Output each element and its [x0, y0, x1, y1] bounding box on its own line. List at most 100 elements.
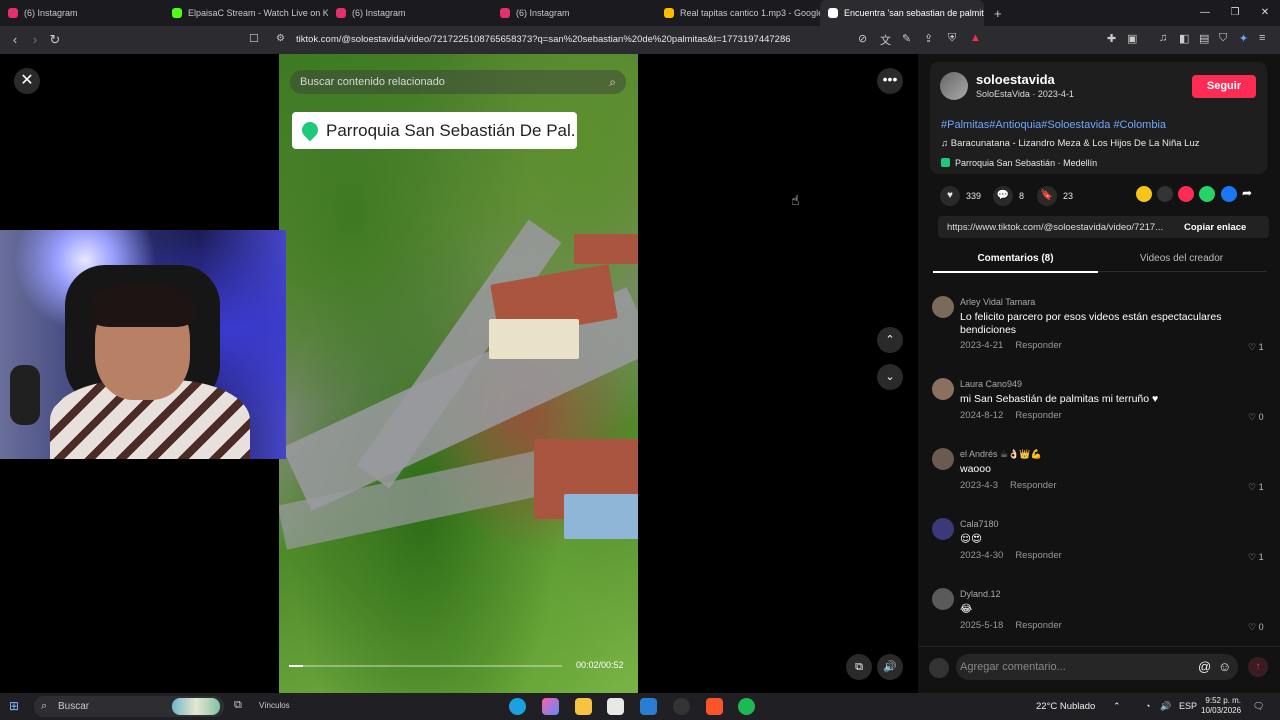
- comment-author[interactable]: Arley Vidal Tamara: [960, 297, 1035, 307]
- language-indicator[interactable]: ESP: [1179, 701, 1197, 711]
- edit-icon[interactable]: ✎: [902, 32, 911, 45]
- obs-icon[interactable]: [673, 698, 690, 715]
- heart-outline-icon[interactable]: ♡: [1248, 412, 1256, 422]
- translate-icon[interactable]: 文: [880, 32, 891, 48]
- mention-icon[interactable]: @: [1198, 654, 1211, 680]
- sidebar-icon[interactable]: ◧: [1179, 32, 1189, 45]
- windows-start-icon[interactable]: ⊞: [9, 699, 19, 713]
- comment-like[interactable]: ♡ 0: [1248, 412, 1264, 423]
- rewards-icon[interactable]: ▲: [970, 32, 981, 44]
- comment-input[interactable]: Agregar comentario... @ ☺: [956, 654, 1238, 680]
- edge-icon[interactable]: [509, 698, 526, 715]
- save-action[interactable]: 🔖 23: [1037, 186, 1073, 206]
- creator-username[interactable]: soloestavida: [976, 72, 1055, 87]
- location-tag[interactable]: Parroquia San Sebastián De Pal...: [292, 112, 577, 149]
- comment-author[interactable]: Dyland.12: [960, 589, 1001, 599]
- send-friends-icon[interactable]: [1178, 186, 1194, 202]
- leo-icon[interactable]: ✦: [1239, 32, 1248, 45]
- forward-button[interactable]: ›: [25, 32, 45, 47]
- comment-author[interactable]: Cala7180: [960, 519, 999, 529]
- heart-outline-icon[interactable]: ♡: [1248, 622, 1256, 632]
- tab-google-drive[interactable]: Real tapitas cantico 1.mp3 - Google Driv…: [656, 0, 820, 26]
- share-emoji-icon[interactable]: [1136, 186, 1152, 202]
- reply-button[interactable]: Responder: [1015, 550, 1061, 561]
- copilot-icon[interactable]: [542, 698, 559, 715]
- avatar[interactable]: [932, 378, 954, 400]
- minimize-button[interactable]: —: [1190, 0, 1220, 26]
- comment-action[interactable]: 💬 8: [993, 186, 1024, 206]
- next-video-button[interactable]: ⌄: [877, 364, 903, 390]
- site-settings-icon[interactable]: ⚙: [276, 33, 285, 44]
- comment-like[interactable]: ♡ 1: [1248, 342, 1264, 353]
- heart-outline-icon[interactable]: ♡: [1248, 342, 1256, 352]
- tab-instagram-2[interactable]: (6) Instagram: [328, 0, 492, 26]
- heart-outline-icon[interactable]: ♡: [1248, 552, 1256, 562]
- comment-like[interactable]: ♡ 0: [1248, 622, 1264, 633]
- hashtags[interactable]: #Palmitas#Antioquia#Soloestavida #Colomb…: [941, 119, 1166, 131]
- links-toolbar[interactable]: Vínculos: [259, 701, 290, 710]
- new-tab-button[interactable]: +: [994, 6, 1002, 21]
- heart-outline-icon[interactable]: ♡: [1248, 482, 1256, 492]
- whatsapp-icon[interactable]: [1199, 186, 1215, 202]
- reply-button[interactable]: Responder: [1015, 410, 1061, 421]
- music-icon[interactable]: ♫: [1159, 32, 1167, 44]
- avatar[interactable]: [932, 448, 954, 470]
- avatar[interactable]: [932, 588, 954, 610]
- heart-icon[interactable]: ♥: [940, 186, 960, 206]
- comment-icon[interactable]: 💬: [993, 186, 1013, 206]
- extensions-icon[interactable]: ✚: [1107, 32, 1116, 45]
- mail-icon[interactable]: [640, 698, 657, 715]
- volume-button[interactable]: 🔊: [877, 654, 903, 680]
- task-view-icon[interactable]: ⧉: [234, 699, 242, 712]
- embed-icon[interactable]: [1157, 186, 1173, 202]
- tab-creator-videos[interactable]: Videos del creador: [1099, 253, 1264, 264]
- wallet-icon[interactable]: ▤: [1199, 32, 1209, 45]
- volume-tray-icon[interactable]: 🔊: [1160, 701, 1171, 712]
- mini-player-button[interactable]: ⧉: [846, 654, 872, 680]
- maximize-button[interactable]: ❐: [1220, 0, 1250, 26]
- vpn-icon[interactable]: ⛉: [1219, 32, 1227, 45]
- share-page-icon[interactable]: ⇪: [924, 32, 933, 45]
- avatar[interactable]: [932, 296, 954, 318]
- music-line[interactable]: ♫ Baracunatana - Lizandro Meza & Los Hij…: [941, 138, 1200, 149]
- video-link[interactable]: https://www.tiktok.com/@soloestavida/vid…: [947, 222, 1173, 233]
- reload-button[interactable]: ↻: [45, 32, 65, 48]
- weather-widget[interactable]: 22°C Nublado: [1036, 701, 1095, 712]
- reply-button[interactable]: Responder: [1010, 480, 1056, 491]
- reply-button[interactable]: Responder: [1015, 340, 1061, 351]
- comment-author[interactable]: Laura Cano949: [960, 379, 1022, 389]
- spotify-icon[interactable]: [738, 698, 755, 715]
- related-search-input[interactable]: Buscar contenido relacionado ⌕: [290, 70, 626, 94]
- taskbar-search[interactable]: ⌕ Buscar: [34, 696, 224, 717]
- store-icon[interactable]: [607, 698, 624, 715]
- search-icon[interactable]: ⌕: [609, 70, 616, 94]
- tab-comments[interactable]: Comentarios (8): [933, 253, 1098, 273]
- file-explorer-icon[interactable]: [575, 698, 592, 715]
- close-window-button[interactable]: ✕: [1250, 0, 1280, 26]
- bookmark-icon[interactable]: 🔖: [1037, 186, 1057, 206]
- back-button[interactable]: ‹: [5, 32, 25, 47]
- video-progress-bar[interactable]: [289, 665, 562, 667]
- url-field[interactable]: tiktok.com/@soloestavida/video/721722510…: [296, 34, 791, 45]
- previous-video-button[interactable]: ⌃: [877, 327, 903, 353]
- notifications-icon[interactable]: 🗨: [1253, 701, 1264, 712]
- tab-kick[interactable]: ElpaisaC Stream - Watch Live on Kick: [164, 0, 328, 26]
- screenshot-icon[interactable]: ▣: [1127, 32, 1137, 45]
- system-clock[interactable]: 9:52 p. m. 10/03/2026: [1201, 696, 1241, 716]
- tab-tiktok-active[interactable]: Encuentra 'san sebastian de palmitas'✕: [820, 0, 984, 26]
- emoji-icon[interactable]: ☺: [1218, 654, 1231, 680]
- share-arrow-icon[interactable]: ➦: [1242, 186, 1258, 202]
- brave-icon[interactable]: [706, 698, 723, 715]
- send-comment-button[interactable]: ↑: [1248, 657, 1268, 677]
- more-options-button[interactable]: •••: [877, 68, 903, 94]
- avatar[interactable]: [940, 72, 968, 100]
- menu-icon[interactable]: ≡: [1259, 32, 1265, 44]
- copy-link-button[interactable]: Copiar enlace: [1184, 222, 1246, 233]
- video-player[interactable]: Buscar contenido relacionado ⌕ Parroquia …: [279, 54, 638, 693]
- comment-author[interactable]: el Andrés ☕👌🏻👑💪: [960, 449, 1042, 460]
- tray-overflow-icon[interactable]: ⌃: [1113, 701, 1121, 712]
- tab-instagram-1[interactable]: (6) Instagram: [0, 0, 164, 26]
- facebook-icon[interactable]: [1221, 186, 1237, 202]
- reply-button[interactable]: Responder: [1015, 620, 1061, 631]
- extension-icon[interactable]: ⊘: [858, 32, 867, 45]
